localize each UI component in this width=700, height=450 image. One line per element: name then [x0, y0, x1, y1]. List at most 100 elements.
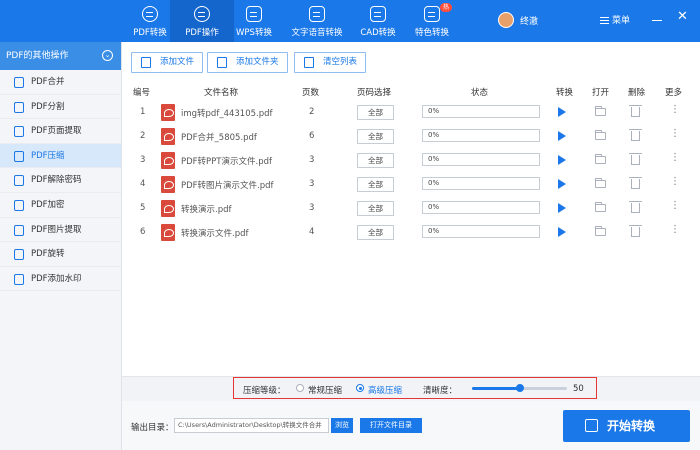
play-icon[interactable]	[558, 155, 566, 165]
tool-wps-convert[interactable]: WPS转换	[222, 0, 286, 42]
sidebar-item-label: PDF图片提取	[31, 224, 82, 235]
pdf-file-icon	[161, 176, 175, 193]
trash-icon[interactable]	[629, 153, 642, 165]
progress-text: 0%	[428, 131, 440, 139]
sidebar-item-extract-pages[interactable]: PDF页面提取	[0, 119, 121, 144]
button-label: 添加文件	[160, 57, 195, 67]
minimize-icon[interactable]	[652, 20, 662, 21]
folder-icon[interactable]	[595, 178, 606, 188]
sidebar-item-rotate[interactable]: PDF旋转	[0, 242, 121, 267]
column-header-status: 状态	[471, 88, 489, 98]
sidebar-item-encrypt[interactable]: PDF加密	[0, 193, 121, 218]
sidebar-item-label: PDF页面提取	[31, 126, 82, 137]
row-pages: 3	[309, 179, 315, 189]
button-label: 清空列表	[323, 57, 358, 67]
more-icon[interactable]: ⋮	[670, 176, 680, 187]
folder-icon[interactable]	[595, 202, 606, 212]
trash-icon[interactable]	[629, 105, 642, 117]
progress-text: 0%	[428, 179, 440, 187]
page-select-button[interactable]: 全部	[357, 105, 394, 120]
sidebar-item-remove-password[interactable]: PDF解除密码	[0, 168, 121, 193]
advanced-compress-label[interactable]: 高级压缩	[368, 384, 402, 396]
clarity-slider-handle[interactable]	[515, 384, 524, 392]
trash-icon[interactable]	[629, 177, 642, 189]
tool-text-speech[interactable]: 文字语音转换	[285, 0, 349, 42]
chevron-down-icon[interactable]: ⌄	[102, 50, 113, 61]
lock-icon	[14, 199, 24, 211]
play-icon[interactable]	[558, 227, 566, 237]
table-row[interactable]: 1 img转pdf_443105.pdf 2 全部 0% ⋮	[125, 101, 700, 125]
avatar[interactable]	[498, 12, 514, 28]
tool-label: 文字语音转换	[291, 28, 343, 38]
sidebar-item-extract-images[interactable]: PDF图片提取	[0, 218, 121, 243]
folder-icon[interactable]	[595, 130, 606, 140]
menu-button[interactable]: 菜单	[600, 13, 630, 26]
column-header-pages: 页数	[302, 88, 320, 98]
radio-normal-compress[interactable]	[296, 384, 304, 392]
table-row[interactable]: 4 PDF转图片演示文件.pdf 3 全部 0% ⋮	[125, 173, 700, 197]
play-icon[interactable]	[558, 107, 566, 117]
row-filename: PDF转图片演示文件.pdf	[181, 181, 274, 191]
pdf-file-icon	[161, 152, 175, 169]
column-header-open: 打开	[592, 88, 610, 98]
row-pages: 3	[309, 155, 315, 165]
radio-advanced-compress[interactable]	[356, 384, 364, 392]
output-path-field[interactable]: C:\Users\Administrator\Desktop\转换文件合并	[174, 418, 329, 433]
more-icon[interactable]: ⋮	[670, 152, 680, 163]
page-select-button[interactable]: 全部	[357, 177, 394, 192]
sidebar-item-compress[interactable]: PDF压缩	[0, 143, 121, 169]
add-file-button[interactable]: 添加文件	[131, 52, 204, 73]
page-select-button[interactable]: 全部	[357, 201, 394, 216]
progress-bar: 0%	[422, 177, 540, 190]
folder-icon[interactable]	[595, 154, 606, 164]
split-icon	[14, 101, 24, 113]
sidebar-item-split[interactable]: PDF分割	[0, 95, 121, 120]
more-icon[interactable]: ⋮	[670, 224, 680, 235]
cad-icon	[370, 6, 386, 22]
table-row[interactable]: 6 转换演示文件.pdf 4 全部 0% ⋮	[125, 221, 700, 245]
clarity-value: 50	[573, 384, 584, 394]
play-icon[interactable]	[558, 179, 566, 189]
clarity-slider-fill	[472, 387, 520, 390]
row-filename: img转pdf_443105.pdf	[181, 109, 273, 119]
trash-icon[interactable]	[629, 201, 642, 213]
more-icon[interactable]: ⋮	[670, 104, 680, 115]
clear-list-button[interactable]: 清空列表	[294, 52, 367, 73]
page-select-button[interactable]: 全部	[357, 129, 394, 144]
row-index: 6	[140, 227, 146, 237]
folder-icon[interactable]	[595, 226, 606, 236]
normal-compress-label[interactable]: 常规压缩	[308, 384, 342, 396]
progress-bar: 0%	[422, 201, 540, 214]
trash-icon[interactable]	[629, 225, 642, 237]
page-select-button[interactable]: 全部	[357, 225, 394, 240]
close-icon[interactable]: ✕	[677, 10, 688, 24]
sidebar-header[interactable]: PDF的其他操作 ⌄	[0, 42, 121, 70]
table-row[interactable]: 5 转换演示.pdf 3 全部 0% ⋮	[125, 197, 700, 221]
table-row[interactable]: 2 PDF合并_5805.pdf 6 全部 0% ⋮	[125, 125, 700, 149]
rotate-icon	[14, 249, 24, 261]
extract-pages-icon	[14, 126, 24, 138]
progress-text: 0%	[428, 155, 440, 163]
row-pages: 2	[309, 107, 315, 117]
folder-icon[interactable]	[595, 106, 606, 116]
sidebar-item-merge[interactable]: PDF合并	[0, 70, 121, 95]
sidebar-item-watermark[interactable]: PDF添加水印	[0, 267, 121, 292]
more-icon[interactable]: ⋮	[670, 200, 680, 211]
page-select-button[interactable]: 全部	[357, 153, 394, 168]
tool-special-convert[interactable]: 热 特色转换	[400, 0, 464, 42]
more-icon[interactable]: ⋮	[670, 128, 680, 139]
table-row[interactable]: 3 PDF转PPT演示文件.pdf 3 全部 0% ⋮	[125, 149, 700, 173]
open-directory-button[interactable]: 打开文件目录	[360, 418, 422, 433]
start-convert-button[interactable]: 开始转换	[563, 410, 690, 442]
browse-button[interactable]: 浏览	[331, 418, 353, 433]
clear-icon	[304, 57, 314, 68]
tool-label: WPS转换	[236, 28, 272, 38]
add-folder-button[interactable]: 添加文件夹	[207, 52, 288, 73]
username[interactable]: 终澈	[520, 14, 538, 27]
progress-bar: 0%	[422, 105, 540, 118]
trash-icon[interactable]	[629, 129, 642, 141]
play-icon[interactable]	[558, 131, 566, 141]
sidebar-item-label: PDF分割	[31, 101, 65, 112]
play-icon[interactable]	[558, 203, 566, 213]
table-header: 编号 文件名称 页数 页码选择 状态 转换 打开 删除 更多	[125, 83, 700, 99]
